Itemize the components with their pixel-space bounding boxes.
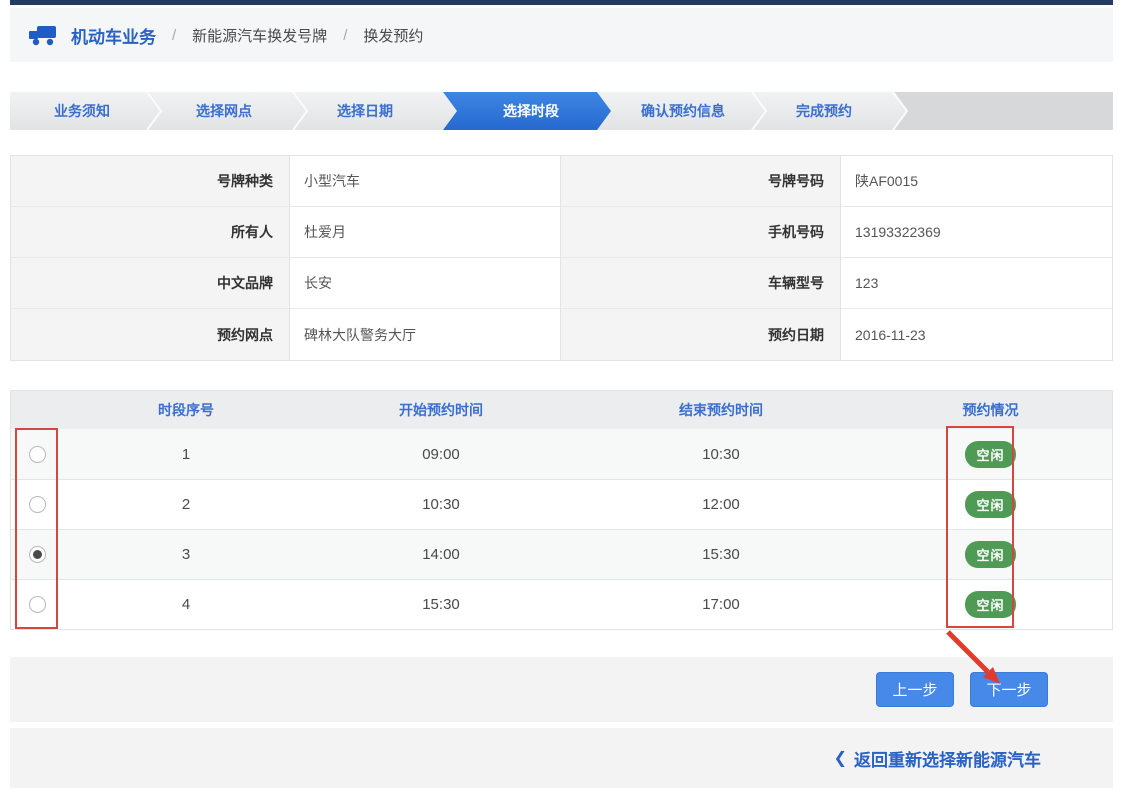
info-label-model: 车辆型号	[561, 258, 841, 309]
slot-radio-1[interactable]	[29, 446, 46, 463]
info-value-phone: 13193322369	[841, 207, 1112, 258]
slot-seq: 3	[63, 546, 309, 563]
step-tab-notice[interactable]: 业务须知	[7, 92, 157, 130]
info-label-site: 预约网点	[11, 309, 290, 360]
actions-bar: 上一步 下一步	[10, 657, 1113, 722]
breadcrumb-separator: /	[169, 27, 179, 44]
breadcrumb-separator: /	[340, 27, 350, 44]
header-slot-seq: 时段序号	[63, 400, 309, 420]
info-value-owner: 杜爱月	[290, 207, 561, 258]
slot-radio-4[interactable]	[29, 596, 46, 613]
info-value-site: 碑林大队警务大厅	[290, 309, 561, 360]
slot-row-2[interactable]: 2 10:30 12:00 空闲	[11, 479, 1112, 529]
slot-start: 09:00	[309, 446, 573, 463]
header-end-time: 结束预约时间	[573, 400, 869, 420]
info-value-brand: 长安	[290, 258, 561, 309]
slot-radio-2[interactable]	[29, 496, 46, 513]
info-value-plate-type: 小型汽车	[290, 156, 561, 207]
info-value-model: 123	[841, 258, 1112, 309]
info-label-date: 预约日期	[561, 309, 841, 360]
slot-end: 12:00	[573, 496, 869, 513]
slot-start: 14:00	[309, 546, 573, 563]
slot-end: 10:30	[573, 446, 869, 463]
breadcrumb-item-vehicle-services[interactable]: 机动车业务	[71, 23, 156, 48]
status-badge-available: 空闲	[965, 541, 1015, 568]
step-tab-confirm-info[interactable]: 确认预约信息	[608, 92, 758, 130]
previous-step-button[interactable]: 上一步	[876, 672, 954, 707]
slot-start: 10:30	[309, 496, 573, 513]
breadcrumb: 机动车业务 / 新能源汽车换发号牌 / 换发预约	[10, 8, 1113, 62]
step-tab-complete[interactable]: 完成预约	[749, 92, 899, 130]
next-step-button[interactable]: 下一步	[970, 672, 1048, 707]
top-accent-bar	[10, 0, 1113, 5]
step-tab-select-time[interactable]: 选择时段	[456, 92, 606, 130]
slot-seq: 1	[63, 446, 309, 463]
slot-row-1[interactable]: 1 09:00 10:30 空闲	[11, 429, 1112, 479]
info-label-plate-number: 号牌号码	[561, 156, 841, 207]
info-value-plate-number: 陕AF0015	[841, 156, 1112, 207]
step-tab-select-date[interactable]: 选择日期	[290, 92, 440, 130]
info-label-brand: 中文品牌	[11, 258, 290, 309]
slot-row-3[interactable]: 3 14:00 15:30 空闲	[11, 529, 1112, 579]
chevron-left-icon	[834, 748, 847, 768]
info-label-phone: 手机号码	[561, 207, 841, 258]
status-badge-available: 空闲	[965, 441, 1015, 468]
status-badge-available: 空闲	[965, 491, 1015, 518]
back-to-vehicle-select-link[interactable]: 返回重新选择新能源汽车	[834, 746, 1041, 771]
slot-seq: 2	[63, 496, 309, 513]
step-tab-select-site[interactable]: 选择网点	[149, 92, 299, 130]
slot-seq: 4	[63, 596, 309, 613]
breadcrumb-item-renewal-booking[interactable]: 换发预约	[363, 25, 423, 46]
slot-end: 17:00	[573, 596, 869, 613]
slot-radio-3[interactable]	[29, 546, 46, 563]
booking-info-table: 号牌种类 小型汽车 号牌号码 陕AF0015 所有人 杜爱月 手机号码 1319…	[10, 155, 1113, 361]
header-start-time: 开始预约时间	[309, 400, 573, 420]
slot-start: 15:30	[309, 596, 573, 613]
breadcrumb-item-plate-renewal[interactable]: 新能源汽车换发号牌	[192, 25, 327, 46]
header-status: 预约情况	[869, 400, 1112, 420]
time-slot-table: 时段序号 开始预约时间 结束预约时间 预约情况 1 09:00 10:30 空闲…	[10, 390, 1113, 630]
back-link-label: 返回重新选择新能源汽车	[854, 746, 1041, 771]
slot-table-header: 时段序号 开始预约时间 结束预约时间 预约情况	[11, 391, 1112, 429]
status-badge-available: 空闲	[965, 591, 1015, 618]
back-link-bar: 返回重新选择新能源汽车	[10, 728, 1113, 788]
info-label-plate-type: 号牌种类	[11, 156, 290, 207]
info-label-owner: 所有人	[11, 207, 290, 258]
truck-icon	[28, 23, 58, 47]
step-progress-bar: 业务须知 选择网点 选择日期 选择时段 确认预约信息 完成预约	[10, 92, 1113, 130]
info-value-date: 2016-11-23	[841, 309, 1112, 360]
slot-end: 15:30	[573, 546, 869, 563]
slot-row-4[interactable]: 4 15:30 17:00 空闲	[11, 579, 1112, 629]
page-container: 机动车业务 / 新能源汽车换发号牌 / 换发预约 业务须知 选择网点	[10, 0, 1113, 788]
